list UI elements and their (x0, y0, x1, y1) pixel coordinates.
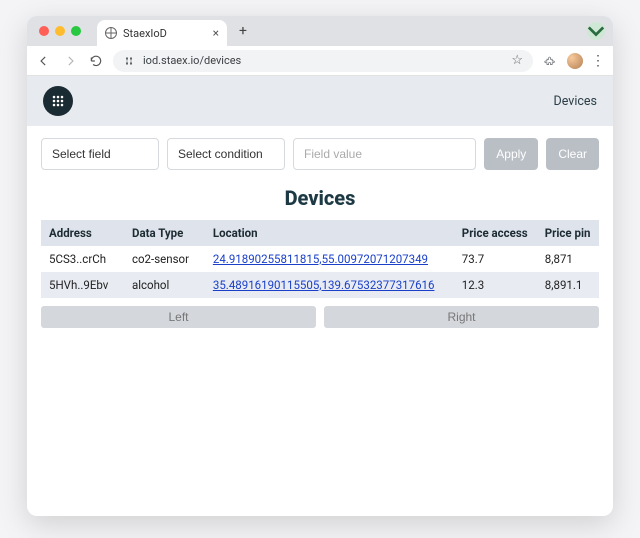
address-bar-row: iod.staex.io/devices ☆ ⋮ (27, 46, 613, 76)
forward-button[interactable] (61, 52, 79, 70)
extensions-button[interactable] (541, 52, 559, 70)
cell-data-type: alcohol (124, 272, 205, 298)
site-settings-icon (123, 55, 135, 67)
cell-price-access: 12.3 (454, 272, 537, 298)
field-value-input[interactable] (293, 138, 476, 170)
select-field[interactable]: Select field (41, 138, 159, 170)
window-controls (35, 26, 91, 36)
table-header-row: Address Data Type Location Price access … (41, 220, 599, 246)
maximize-window-button[interactable] (71, 26, 81, 36)
minimize-window-button[interactable] (55, 26, 65, 36)
back-button[interactable] (35, 52, 53, 70)
app-logo[interactable] (43, 86, 73, 116)
close-window-button[interactable] (39, 26, 49, 36)
cell-data-type: co2-sensor (124, 246, 205, 272)
browser-window: StaexIoD × + iod.staex.io/devices ☆ (27, 16, 613, 516)
grid-dots-icon (50, 93, 66, 109)
page-title: Devices (27, 182, 613, 220)
cell-address: 5CS3..crCh (41, 246, 124, 272)
bookmark-icon[interactable]: ☆ (511, 53, 523, 68)
col-location: Location (205, 220, 454, 246)
select-condition[interactable]: Select condition (167, 138, 285, 170)
col-price-pin: Price pin (537, 220, 599, 246)
col-data-type: Data Type (124, 220, 205, 246)
pager-right-button[interactable]: Right (324, 306, 599, 328)
col-address: Address (41, 220, 124, 246)
table-row: 5CS3..crCh co2-sensor 24.91890255811815,… (41, 246, 599, 272)
cell-price-pin: 8,871 (537, 246, 599, 272)
apply-button[interactable]: Apply (484, 138, 538, 170)
cell-location-link[interactable]: 24.91890255811815,55.00972071207349 (213, 252, 428, 266)
cell-price-access: 73.7 (454, 246, 537, 272)
browser-chrome: StaexIoD × + iod.staex.io/devices ☆ (27, 16, 613, 76)
url-text: iod.staex.io/devices (143, 54, 241, 67)
browser-tab[interactable]: StaexIoD × (97, 20, 227, 46)
globe-icon (105, 27, 117, 39)
app-header: Devices (27, 76, 613, 126)
profile-avatar[interactable] (567, 53, 583, 69)
chevron-down-icon (587, 22, 605, 40)
reload-button[interactable] (87, 52, 105, 70)
clear-button[interactable]: Clear (546, 138, 599, 170)
pager-left-button[interactable]: Left (41, 306, 316, 328)
cell-location-link[interactable]: 35.48916190115505,139.67532377317616 (213, 278, 435, 292)
close-tab-icon[interactable]: × (213, 26, 219, 40)
nav-link-devices[interactable]: Devices (554, 94, 597, 109)
arrow-right-icon (63, 54, 77, 68)
cell-price-pin: 8,891.1 (537, 272, 599, 298)
tab-strip: StaexIoD × + (27, 16, 613, 46)
browser-menu-button[interactable]: ⋮ (591, 53, 605, 69)
expand-tabs-button[interactable] (587, 22, 605, 40)
filter-row: Select field Select condition Apply Clea… (27, 126, 613, 182)
puzzle-icon (543, 54, 557, 68)
pager: Left Right (27, 298, 613, 336)
cell-address: 5HVh..9Ebv (41, 272, 124, 298)
address-bar[interactable]: iod.staex.io/devices ☆ (113, 50, 533, 72)
table-row: 5HVh..9Ebv alcohol 35.48916190115505,139… (41, 272, 599, 298)
tab-title: StaexIoD (123, 27, 167, 40)
arrow-left-icon (37, 54, 51, 68)
new-tab-button[interactable]: + (233, 23, 253, 39)
devices-table: Address Data Type Location Price access … (41, 220, 599, 298)
reload-icon (89, 54, 103, 68)
col-price-access: Price access (454, 220, 537, 246)
